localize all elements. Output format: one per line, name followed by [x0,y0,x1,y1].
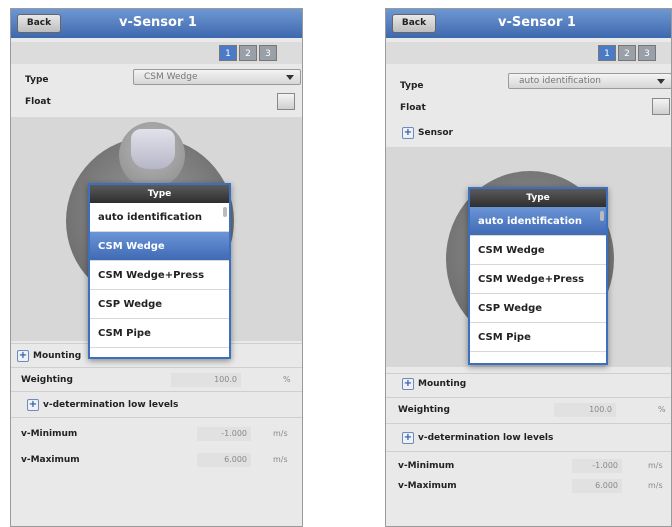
vmin-value[interactable]: -1.000 [197,427,251,441]
float-checkbox[interactable] [652,98,670,115]
right-screen: Back v-Sensor 1 1 2 3 Type auto identifi… [385,8,672,527]
vmin-label: v-Minimum [21,429,78,439]
type-select-value: CSM Wedge [144,72,198,82]
type-label: Type [25,75,49,85]
weighting-unit: % [658,405,666,414]
vmax-value[interactable]: 6.000 [197,453,251,467]
back-button[interactable]: Back [392,14,436,33]
type-select[interactable]: CSM Wedge [133,69,301,85]
vmax-unit: m/s [648,481,663,490]
mounting-label: Mounting [418,379,467,389]
type-select-value: auto identification [519,76,601,86]
vdet-label: v-determination low levels [418,433,554,443]
plus-icon: + [402,432,414,444]
option-auto-identification[interactable]: auto identification [90,203,229,232]
weighting-value[interactable]: 100.0 [171,373,241,387]
option-csm-wedge-press[interactable]: CSM Wedge+Press [90,261,229,290]
title-bar: Back v-Sensor 1 [386,9,671,38]
option-auto-identification[interactable]: auto identification [470,207,606,236]
vmax-unit: m/s [273,455,288,464]
plus-icon: + [27,399,39,411]
title-bar: Back v-Sensor 1 [11,9,302,38]
chevron-down-icon [286,75,294,80]
plus-icon: + [402,127,414,139]
vdet-label: v-determination low levels [43,400,179,410]
option-csm-wedge[interactable]: CSM Wedge [90,232,229,261]
float-label: Float [400,103,426,113]
vmax-label: v-Maximum [398,481,457,491]
weighting-label: Weighting [398,405,450,415]
type-label: Type [400,81,424,91]
popup-title: Type [470,189,606,207]
popup-title: Type [90,185,229,203]
type-select[interactable]: auto identification [508,73,671,89]
option-csm-pipe[interactable]: CSM Pipe [90,319,229,348]
tab-1[interactable]: 1 [598,45,616,61]
popup-scrollbar[interactable] [223,207,227,217]
tab-bar: 1 2 3 [11,42,302,64]
vmin-value[interactable]: -1.000 [572,459,622,473]
mounting-expander[interactable]: + Mounting [17,347,81,365]
chevron-down-icon [657,79,665,84]
tab-2[interactable]: 2 [618,45,636,61]
option-csp-wedge[interactable]: CSP Wedge [470,294,606,323]
float-label: Float [25,97,51,107]
tab-3[interactable]: 3 [638,45,656,61]
option-csp-wedge[interactable]: CSP Wedge [90,290,229,319]
vdet-expander[interactable]: + v-determination low levels [27,396,178,414]
tab-3[interactable]: 3 [259,45,277,61]
popup-scrollbar[interactable] [600,211,604,221]
weighting-value[interactable]: 100.0 [554,403,616,417]
sensor-head-image [131,129,175,169]
vmin-unit: m/s [273,429,288,438]
option-csm-pipe[interactable]: CSM Pipe [470,323,606,352]
screen-title: v-Sensor 1 [119,15,197,30]
plus-icon: + [402,378,414,390]
back-button[interactable]: Back [17,14,61,33]
weighting-label: Weighting [21,375,73,385]
left-screen: Back v-Sensor 1 1 2 3 Type CSM Wedge Flo… [10,8,303,527]
mounting-label: Mounting [33,351,82,361]
vmax-value[interactable]: 6.000 [572,479,622,493]
sensor-expander[interactable]: + Sensor [402,124,453,142]
tab-1[interactable]: 1 [219,45,237,61]
type-picker-popup: Type auto identification CSM Wedge CSM W… [468,187,608,365]
tab-2[interactable]: 2 [239,45,257,61]
screen-title: v-Sensor 1 [498,15,576,30]
tab-bar: 1 2 3 [386,42,671,64]
weighting-unit: % [283,375,291,384]
option-csm-wedge-press[interactable]: CSM Wedge+Press [470,265,606,294]
option-csm-wedge[interactable]: CSM Wedge [470,236,606,265]
type-picker-popup: Type auto identification CSM Wedge CSM W… [88,183,231,359]
plus-icon: + [17,350,29,362]
vmax-label: v-Maximum [21,455,80,465]
float-checkbox[interactable] [277,93,295,110]
vmin-label: v-Minimum [398,461,455,471]
vdet-expander[interactable]: + v-determination low levels [402,429,553,447]
sensor-label: Sensor [418,128,453,138]
vmin-unit: m/s [648,461,663,470]
mounting-expander[interactable]: + Mounting [402,375,466,393]
